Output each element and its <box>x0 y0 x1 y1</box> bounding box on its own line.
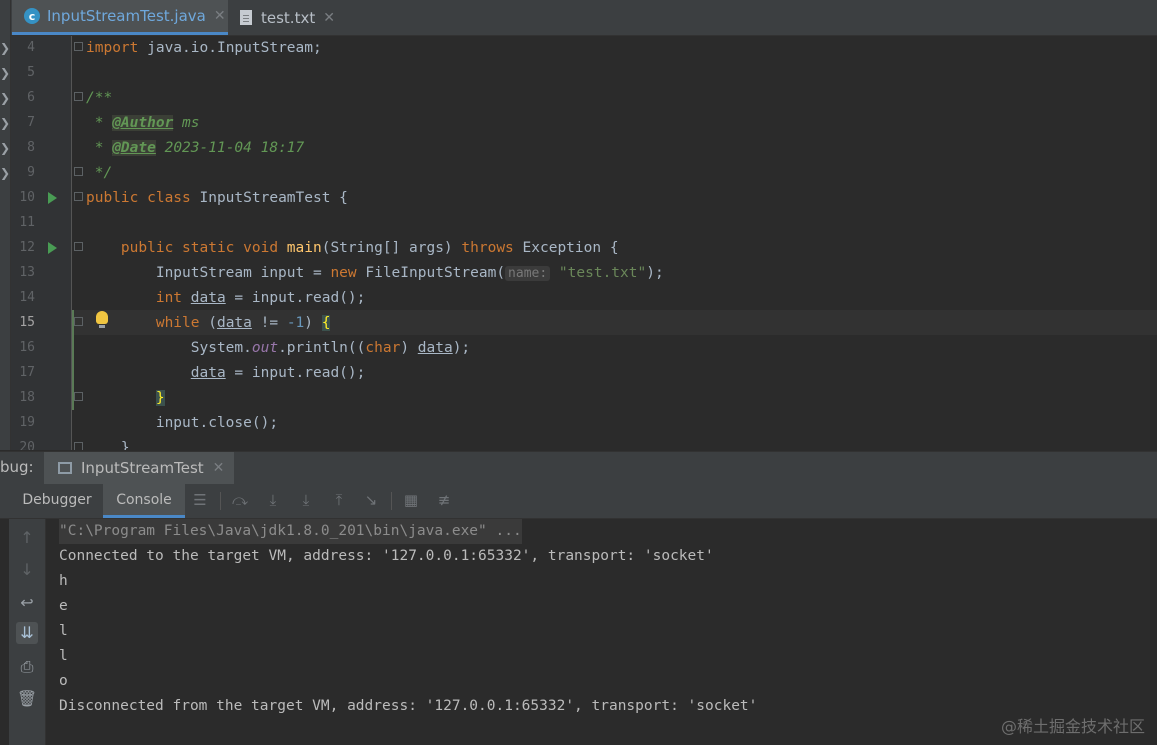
session-label: InputStreamTest <box>81 459 204 477</box>
line-number: 12 <box>19 240 35 255</box>
line-number: 8 <box>27 140 35 155</box>
console-line: l <box>59 623 68 639</box>
chevron-right-icon[interactable]: ❯ <box>0 165 10 181</box>
java-class-icon: c <box>24 8 40 24</box>
chevron-right-icon[interactable]: ❯ <box>0 40 10 56</box>
step-into-icon[interactable]: ⤓ <box>264 491 282 509</box>
editor-tab-bar: c InputStreamTest.java ✕ test.txt ✕ <box>0 0 1157 36</box>
fold-icon[interactable] <box>74 192 83 201</box>
console-line: Connected to the target VM, address: '12… <box>59 548 714 564</box>
code-line: public static void main(String[] args) t… <box>120 240 619 256</box>
debug-session-tab[interactable]: InputStreamTest ✕ <box>44 452 234 484</box>
scroll-to-end-icon[interactable]: ⇊ <box>16 622 38 644</box>
code-line: int data = input.read(); <box>155 290 366 306</box>
line-number: 16 <box>19 340 35 355</box>
code-line: public class InputStreamTest { <box>86 190 348 206</box>
code-line: InputStream input = new FileInputStream(… <box>86 265 664 281</box>
code-line: * @Author ms <box>86 115 200 131</box>
console-line: o <box>59 673 68 689</box>
line-number: 13 <box>19 265 35 280</box>
trace-icon[interactable]: ≢ <box>435 491 453 509</box>
chevron-right-icon[interactable]: ❯ <box>0 140 10 156</box>
tab-label: test.txt <box>261 8 316 27</box>
line-number: 17 <box>19 365 35 380</box>
code-line: } <box>86 386 165 411</box>
tab-label: InputStreamTest.java <box>47 7 206 25</box>
watermark: @稀土掘金技术社区 <box>1000 717 1145 736</box>
debug-tool-window-header: bug: InputStreamTest ✕ <box>0 451 1157 484</box>
line-number: 11 <box>19 215 35 230</box>
line-number: 4 <box>27 40 35 55</box>
line-number: 14 <box>19 290 35 305</box>
debug-toolbar: Debugger Console ☰ ⤼ ⤓ ⤓ ⤒ ↘ ▦ ≢ <box>0 484 1157 519</box>
line-number: 19 <box>19 415 35 430</box>
console-side-toolbar: ↑ ↓ ↩ ⇊ ⎙ 🗑 <box>9 519 46 745</box>
console-line: l <box>59 648 68 664</box>
console-output[interactable]: "C:\Program Files\Java\jdk1.8.0_201\bin\… <box>46 519 1157 745</box>
line-number: 9 <box>27 165 35 180</box>
console-line: e <box>59 598 68 614</box>
soft-wrap-icon[interactable]: ↩ <box>16 592 38 614</box>
code-line: data = input.read(); <box>190 365 366 381</box>
code-line: import java.io.InputStream; <box>86 40 322 56</box>
code-line: System.out.println((char) data); <box>86 340 471 356</box>
line-number: 6 <box>27 90 35 105</box>
step-over-icon[interactable]: ⤼ <box>231 491 249 509</box>
debug-title: bug: <box>0 458 34 476</box>
tab-debugger[interactable]: Debugger <box>12 484 102 518</box>
line-number: 18 <box>19 390 35 405</box>
evaluate-icon[interactable]: ▦ <box>402 491 420 509</box>
text-file-icon <box>240 10 252 25</box>
run-main-icon[interactable] <box>48 242 57 254</box>
code-editor[interactable]: 4 5 6 7 8 9 10 11 12 13 14 15 16 17 18 1… <box>11 36 1157 450</box>
session-icon <box>58 462 72 474</box>
console-line: Disconnected from the target VM, address… <box>59 698 758 714</box>
tab-console[interactable]: Console <box>103 484 185 518</box>
up-arrow-icon[interactable]: ↑ <box>16 527 38 549</box>
line-number-current: 15 <box>19 315 35 330</box>
down-arrow-icon[interactable]: ↓ <box>16 559 38 581</box>
tab-test-txt[interactable]: test.txt ✕ <box>232 0 342 35</box>
print-icon[interactable]: ⎙ <box>16 656 38 678</box>
close-icon[interactable]: ✕ <box>213 460 225 476</box>
chevron-right-icon[interactable]: ❯ <box>0 115 10 131</box>
fold-icon[interactable] <box>74 242 83 251</box>
chevron-right-icon[interactable]: ❯ <box>0 65 10 81</box>
run-to-cursor-icon[interactable]: ↘ <box>362 491 380 509</box>
line-number: 7 <box>27 115 35 130</box>
left-tool-strip: ❯ ❯ ❯ ❯ ❯ ❯ <box>0 0 11 450</box>
step-out-icon[interactable]: ⤒ <box>330 491 348 509</box>
console-line: "C:\Program Files\Java\jdk1.8.0_201\bin\… <box>59 519 522 544</box>
chevron-right-icon[interactable]: ❯ <box>0 90 10 106</box>
matched-brace: } <box>155 390 165 406</box>
run-class-icon[interactable] <box>48 192 57 204</box>
fold-icon[interactable] <box>74 442 83 450</box>
force-step-into-icon[interactable]: ⤓ <box>297 491 315 509</box>
fold-icon[interactable] <box>74 167 83 176</box>
fold-icon[interactable] <box>74 317 83 326</box>
line-number: 5 <box>27 65 35 80</box>
code-line: * @Date 2023-11-04 18:17 <box>86 140 305 156</box>
close-icon[interactable]: ✕ <box>323 10 335 26</box>
console-line: h <box>59 573 68 589</box>
parameter-hint: name: <box>505 266 551 281</box>
code-line: input.close(); <box>86 415 279 431</box>
matched-brace: { <box>321 315 331 331</box>
code-line: } <box>86 440 130 450</box>
fold-icon[interactable] <box>74 392 83 401</box>
code-line-current: while (data != -1) { <box>155 315 331 331</box>
code-line: */ <box>86 165 113 181</box>
tab-inputstreamtest-java[interactable]: c InputStreamTest.java ✕ <box>12 0 228 35</box>
menu-icon[interactable]: ☰ <box>191 491 209 509</box>
fold-icon[interactable] <box>74 92 83 101</box>
code-line: /** <box>86 90 113 106</box>
line-number: 20 <box>19 440 35 450</box>
fold-icon[interactable] <box>74 42 83 51</box>
line-number: 10 <box>19 190 35 205</box>
close-icon[interactable]: ✕ <box>214 8 226 24</box>
trash-icon[interactable]: 🗑 <box>16 688 38 710</box>
